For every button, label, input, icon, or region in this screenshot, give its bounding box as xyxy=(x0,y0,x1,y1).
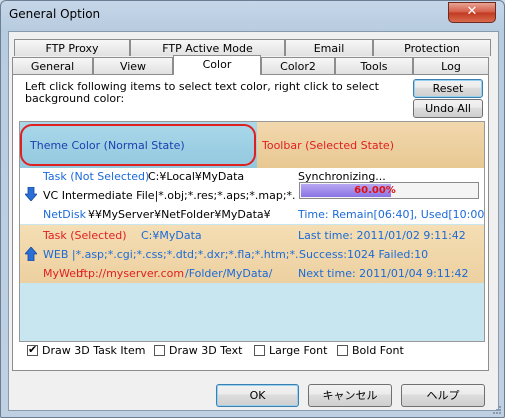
checkbox-box[interactable] xyxy=(337,345,348,356)
cancel-button[interactable]: キャンセル xyxy=(308,384,392,407)
checkbox-label: Bold Font xyxy=(352,344,404,357)
resize-grip-icon[interactable] xyxy=(490,405,502,417)
task1-filter[interactable]: VC Intermediate File|*.obj;*.res;*.aps;*… xyxy=(43,189,295,202)
theme-color-label[interactable]: Theme Color (Normal State) xyxy=(30,139,185,152)
tab-log[interactable]: Log xyxy=(413,57,489,74)
draw-3d-task-item-checkbox[interactable]: ✔ Draw 3D Task Item xyxy=(27,343,146,358)
checkbox-label: Large Font xyxy=(269,344,328,357)
tab-view[interactable]: View xyxy=(93,57,173,74)
task2-next-time[interactable]: Next time: 2011/01/04 9:11:42 xyxy=(298,267,468,280)
reset-button[interactable]: Reset xyxy=(413,79,483,98)
task-item-selected[interactable]: Task (Selected) C:¥MyData Last time: 201… xyxy=(20,225,484,283)
dialog-window: General Option ✕ FTP Proxy FTP Active Mo… xyxy=(0,0,505,418)
checkbox-box[interactable] xyxy=(154,345,165,356)
task2-filter[interactable]: WEB |*.asp;*.cgi;*.css;*.dtd;*.dxr;*.fla… xyxy=(43,248,298,261)
checkbox-label: Draw 3D Text xyxy=(169,344,243,357)
large-font-checkbox[interactable]: Large Font xyxy=(254,344,327,358)
ok-button[interactable]: OK xyxy=(216,384,299,407)
tab-general[interactable]: General xyxy=(12,57,93,74)
toolbar-color-label[interactable]: Toolbar (Selected State) xyxy=(262,139,394,152)
up-arrow-icon xyxy=(25,247,37,261)
task2-local-path[interactable]: C:¥MyData xyxy=(141,229,202,242)
task1-local-path[interactable]: C:¥Local¥MyData xyxy=(148,170,244,183)
task2-remote-folder[interactable]: /Folder/MyData/ xyxy=(185,267,272,280)
draw-3d-text-checkbox[interactable]: Draw 3D Text xyxy=(154,344,242,358)
task1-remote-path[interactable]: ¥¥MyServer¥NetFolder¥MyData¥ xyxy=(88,208,271,221)
task1-progress-bar: 60.00% xyxy=(299,182,479,199)
tab-color[interactable]: Color xyxy=(173,55,261,75)
window-title: General Option xyxy=(9,7,101,21)
task2-last-time[interactable]: Last time: 2011/01/02 9:11:42 xyxy=(298,229,466,242)
tab-protection[interactable]: Protection xyxy=(373,39,491,56)
tab-ftp-proxy[interactable]: FTP Proxy xyxy=(14,39,130,56)
help-button[interactable]: ヘルプ xyxy=(401,384,485,407)
tab-ftp-active-mode[interactable]: FTP Active Mode xyxy=(130,39,285,56)
task1-time[interactable]: Time: Remain[06:40], Used[10:00] xyxy=(298,208,484,221)
bold-font-checkbox[interactable]: Bold Font xyxy=(337,344,404,358)
checkbox-box[interactable]: ✔ xyxy=(27,343,38,356)
task1-remote-label[interactable]: NetDisk xyxy=(43,208,86,221)
tab-email[interactable]: Email xyxy=(285,39,373,56)
undo-all-button[interactable]: Undo All xyxy=(413,99,483,118)
task2-remote-url[interactable]: ftp://myserver.com xyxy=(80,267,184,280)
close-button[interactable]: ✕ xyxy=(448,2,496,23)
task2-label[interactable]: Task (Selected) xyxy=(43,229,127,242)
checkbox-box[interactable] xyxy=(254,345,265,356)
instructions-text: Left click following items to select tex… xyxy=(25,80,379,105)
task2-remote-label[interactable]: MyWeb xyxy=(43,267,83,280)
toolbar-color-sample[interactable]: Theme Color (Normal State) Toolbar (Sele… xyxy=(20,122,484,168)
tab-color2[interactable]: Color2 xyxy=(261,57,335,74)
tab-tools[interactable]: Tools xyxy=(335,57,413,74)
color-preview-area[interactable]: Theme Color (Normal State) Toolbar (Sele… xyxy=(19,121,485,342)
task1-label[interactable]: Task (Not Selected) xyxy=(43,170,149,183)
task2-result[interactable]: Success:1024 Failed:10 xyxy=(299,248,428,261)
title-bar[interactable]: General Option ✕ xyxy=(1,1,504,29)
checkmark-icon: ✔ xyxy=(28,343,38,356)
checkbox-label: Draw 3D Task Item xyxy=(42,344,146,357)
task-item-not-selected[interactable]: Task (Not Selected) C:¥Local¥MyData Sync… xyxy=(20,168,484,224)
progress-percent: 60.00% xyxy=(354,185,396,196)
down-arrow-icon xyxy=(25,187,37,201)
